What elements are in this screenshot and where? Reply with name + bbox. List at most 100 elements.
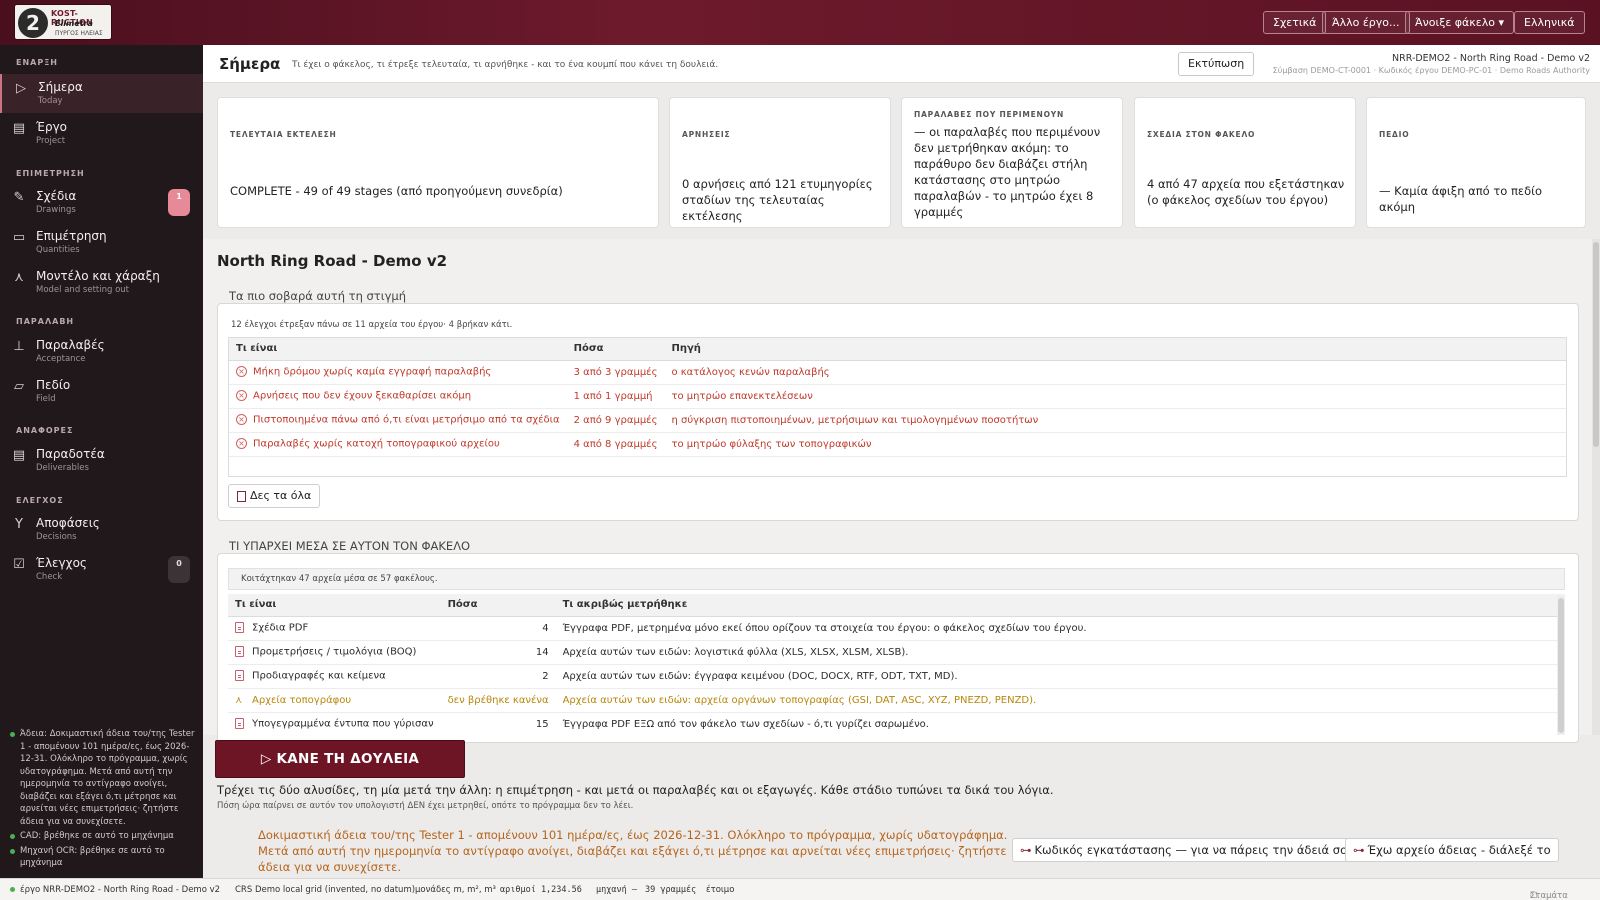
text-file-icon [235, 670, 244, 682]
column-header[interactable]: Πηγή [664, 338, 1566, 361]
install-code-button[interactable]: ⊶ Κωδικός εγκατάστασης — για να πάρεις τη… [1012, 838, 1362, 862]
sidebar-item-field[interactable]: ▱ Πεδίο Field [0, 372, 203, 411]
sidebar-item-sublabel: Model and setting out [36, 285, 130, 295]
signed-form-icon [235, 718, 244, 730]
about-button[interactable]: Σχετικά [1263, 11, 1327, 34]
sidebar-item-check[interactable]: ☑ Έλεγχος Check 0 [0, 550, 203, 589]
sidebar-item-sublabel: Check [36, 572, 63, 582]
sidebar-item-sublabel: Quantities [36, 245, 80, 255]
main-scrollbar[interactable] [1592, 239, 1600, 735]
detail-cell: Αρχεία αυτών των ειδών: λογιστικά φύλλα … [555, 640, 1565, 665]
run-job-button[interactable]: ▷ ΚΑΝΕ ΤΗ ΔΟΥΛΕΙΑ [215, 740, 465, 778]
page-title: Σήμερα [219, 55, 281, 73]
error-icon: × [236, 414, 247, 426]
card-drawings: ΣΧΕΔΙΑ ΣΤΟΝ ΦΑΚΕΛΟ 4 από 47 αρχεία που ε… [1134, 97, 1356, 228]
sidebar-item-sublabel: Project [36, 136, 66, 146]
calendar-icon: ▤ [12, 121, 26, 136]
type-cell: Υπογεγραμμένα έντυπα που γύρισαν [228, 712, 441, 735]
folder-table-scrollbar[interactable] [1557, 596, 1565, 735]
sidebar-item-label: Σχέδια [36, 189, 77, 203]
type-cell: Προμετρήσεις / τιμολόγια (BOQ) [228, 640, 441, 665]
card-label: ΠΑΡΑΛΑΒΕΣ ΠΟΥ ΠΕΡΙΜΕΝΟΥΝ [914, 110, 1065, 119]
card-value: 0 αρνήσεις από 121 ετυμηγορίες σταδίων τ… [682, 177, 873, 223]
top-bar: 2 KOST-RUCTION Ellmetra ΠΥΡΓΟΣ ΗΛΕΙΑΣ Σχ… [0, 0, 1600, 45]
status-number-format: αριθμοί 1,234.56 [500, 885, 582, 895]
card-label: ΤΕΛΕΥΤΑΙΑ ΕΚΤΕΛΕΣΗ [230, 130, 337, 139]
scrollbar-thumb[interactable] [1593, 242, 1599, 447]
other-project-button[interactable]: Άλλο έργο... [1322, 11, 1410, 34]
card-label: ΠΕΔΙΟ [1379, 130, 1410, 139]
ocr-note: Μηχανή OCR: βρέθηκε σε αυτό το μηχάνημα [10, 845, 196, 870]
serious-issues-note: 12 έλεγχοι έτρεξαν πάνω σε 11 αρχεία του… [231, 320, 513, 330]
table-row[interactable]: Υπογεγραμμένα έντυπα που γύρισαν 15 Έγγρ… [228, 712, 1565, 735]
source-cell: η σύγκριση πιστοποιημένων, μετρήσιμων κα… [664, 408, 1566, 433]
count-cell: 2 από 9 γραμμές [566, 408, 665, 433]
card-refusals: ΑΡΝΗΣΕΙΣ 0 αρνήσεις από 121 ετυμηγορίες … [669, 97, 891, 228]
sidebar-item-sublabel: Deliverables [36, 463, 89, 473]
card-value: 4 από 47 αρχεία που εξετάστηκαν (ο φάκελ… [1147, 177, 1345, 207]
folder-contents-table: Τι είναι Πόσα Τι ακριβώς μετρήθηκε Σχέδι… [228, 594, 1565, 735]
table-row[interactable]: × Αρνήσεις που δεν έχουν ξεκαθαρίσει ακόμ… [229, 384, 1566, 409]
sidebar-item-label: Σήμερα [38, 80, 83, 94]
detail-cell: Έγγραφα PDF ΕΞΩ από τον φάκελο των σχεδί… [555, 712, 1565, 735]
status-units: μονάδες m, m², m³ [415, 885, 496, 895]
see-all-button[interactable]: Δες τα όλα [228, 484, 321, 508]
sidebar-item-sublabel: Acceptance [36, 354, 86, 364]
sidebar-item-project[interactable]: ▤ Έργο Project [0, 114, 203, 153]
sidebar-item-sublabel: Today [38, 96, 63, 106]
column-header[interactable]: Τι είναι [228, 594, 441, 617]
status-project: έργο NRR-DEMO2 - North Ring Road - Demo … [20, 885, 221, 895]
sidebar-item-label: Πεδίο [36, 378, 71, 392]
play-icon: ▷ [16, 81, 26, 96]
column-header[interactable]: Τι ακριβώς μετρήθηκε [555, 594, 1565, 617]
table-row[interactable]: Προδιαγραφές και κείμενα 2 Αρχεία αυτών … [228, 664, 1565, 689]
error-icon: × [236, 438, 247, 450]
sidebar-item-acceptance[interactable]: ⊥ Παραλαβές Acceptance [0, 332, 203, 371]
folder-contents-legend: ΤΙ ΥΠΑΡΧΕΙ ΜΕΣΑ ΣΕ ΑΥΤΟΝ ΤΟΝ ΦΑΚΕΛΟ [227, 539, 473, 553]
table-row[interactable]: Σχέδια PDF 4 Έγγραφα PDF, μετρημένα μόνο… [228, 616, 1565, 641]
error-icon: × [236, 366, 247, 378]
error-icon: × [236, 390, 247, 402]
table-row[interactable]: × Πιστοποιημένα πάνω από ό,τι είναι μετρή… [229, 408, 1566, 433]
run-job-description: Τρέχει τις δύο αλυσίδες, τη μία μετά την… [217, 783, 1054, 797]
sidebar-item-label: Παραδοτέα [36, 447, 105, 461]
license-warning: Δοκιμαστική άδεια του/της Tester 1 - απο… [258, 828, 1008, 874]
language-button[interactable]: Ελληνικά [1514, 11, 1585, 34]
sidebar-section-start: ΕΝΑΡΞΗ [16, 58, 58, 67]
source-cell: ο κατάλογος κενών παραλαβής [664, 360, 1566, 385]
license-file-button[interactable]: ⊶ Έχω αρχείο άδειας - διάλεξέ το [1345, 838, 1559, 862]
sidebar-section-reports: ΑΝΑΦΟΡΕΣ [16, 426, 74, 435]
sidebar-section-check: ΕΛΕΓΧΟΣ [16, 496, 64, 505]
card-last-run: ΤΕΛΕΥΤΑΙΑ ΕΚΤΕΛΕΣΗ COMPLETE - 49 of 49 s… [217, 97, 659, 228]
table-row[interactable]: Προμετρήσεις / τιμολόγια (BOQ) 14 Αρχεία… [228, 640, 1565, 665]
table-row[interactable]: × Παραλαβές χωρίς κατοχή τοπογραφικού αρχ… [229, 432, 1566, 457]
sidebar: ΕΝΑΡΞΗ ▷ Σήμερα Today ▤ Έργο Project ΕΠΙ… [0, 45, 203, 878]
sidebar-item-decisions[interactable]: Y Αποφάσεις Decisions [0, 510, 203, 549]
status-crs: CRS Demo local grid (invented, no datum) [235, 885, 416, 895]
print-button[interactable]: Εκτύπωση [1178, 52, 1255, 76]
column-header[interactable]: Τι είναι [229, 338, 567, 361]
survey-icon: ⋏ [14, 270, 24, 285]
column-header[interactable]: Πόσα [440, 594, 556, 617]
card-value: COMPLETE - 49 of 49 stages (από προηγούμ… [230, 184, 563, 198]
sidebar-item-sublabel: Field [36, 394, 56, 404]
issue-cell: × Παραλαβές χωρίς κατοχή τοπογραφικού αρχ… [229, 432, 567, 457]
status-ready: έτοιμο [706, 885, 735, 895]
cad-note: CAD: βρέθηκε σε αυτό το μηχάνημα [10, 830, 196, 843]
open-folder-button[interactable]: Άνοιξε φάκελο ▾ [1405, 11, 1514, 34]
sidebar-item-model[interactable]: ⋏ Μοντέλο και χάραξη Model and setting o… [0, 263, 203, 302]
issue-cell: × Αρνήσεις που δεν έχουν ξεκαθαρίσει ακόμ… [229, 384, 567, 409]
source-cell: το μητρώο φύλαξης των τοπογραφικών [664, 432, 1566, 457]
drawings-count-badge: 1 [168, 189, 190, 216]
scrollbar-thumb[interactable] [1558, 598, 1564, 733]
sidebar-item-today[interactable]: ▷ Σήμερα Today [0, 74, 203, 113]
sidebar-item-deliverables[interactable]: ▤ Παραδοτέα Deliverables [0, 441, 203, 480]
sidebar-item-quantities[interactable]: ▭ Επιμέτρηση Quantities [0, 223, 203, 262]
table-row[interactable]: ⋏ Αρχεία τοπογράφου δεν βρέθηκε κανένα Αρ… [228, 688, 1565, 713]
column-header[interactable]: Πόσα [566, 338, 665, 361]
status-dot-icon [10, 887, 15, 892]
sidebar-status-notes: Άδεια: Δοκιμαστική άδεια του/της Tester … [10, 728, 196, 872]
issue-cell: × Πιστοποιημένα πάνω από ό,τι είναι μετρή… [229, 408, 567, 433]
sidebar-item-drawings[interactable]: ✎ Σχέδια Drawings 1 [0, 183, 203, 222]
table-row[interactable]: × Μήκη δρόμου χωρίς καμία εγγραφή παραλαβ… [229, 360, 1566, 385]
